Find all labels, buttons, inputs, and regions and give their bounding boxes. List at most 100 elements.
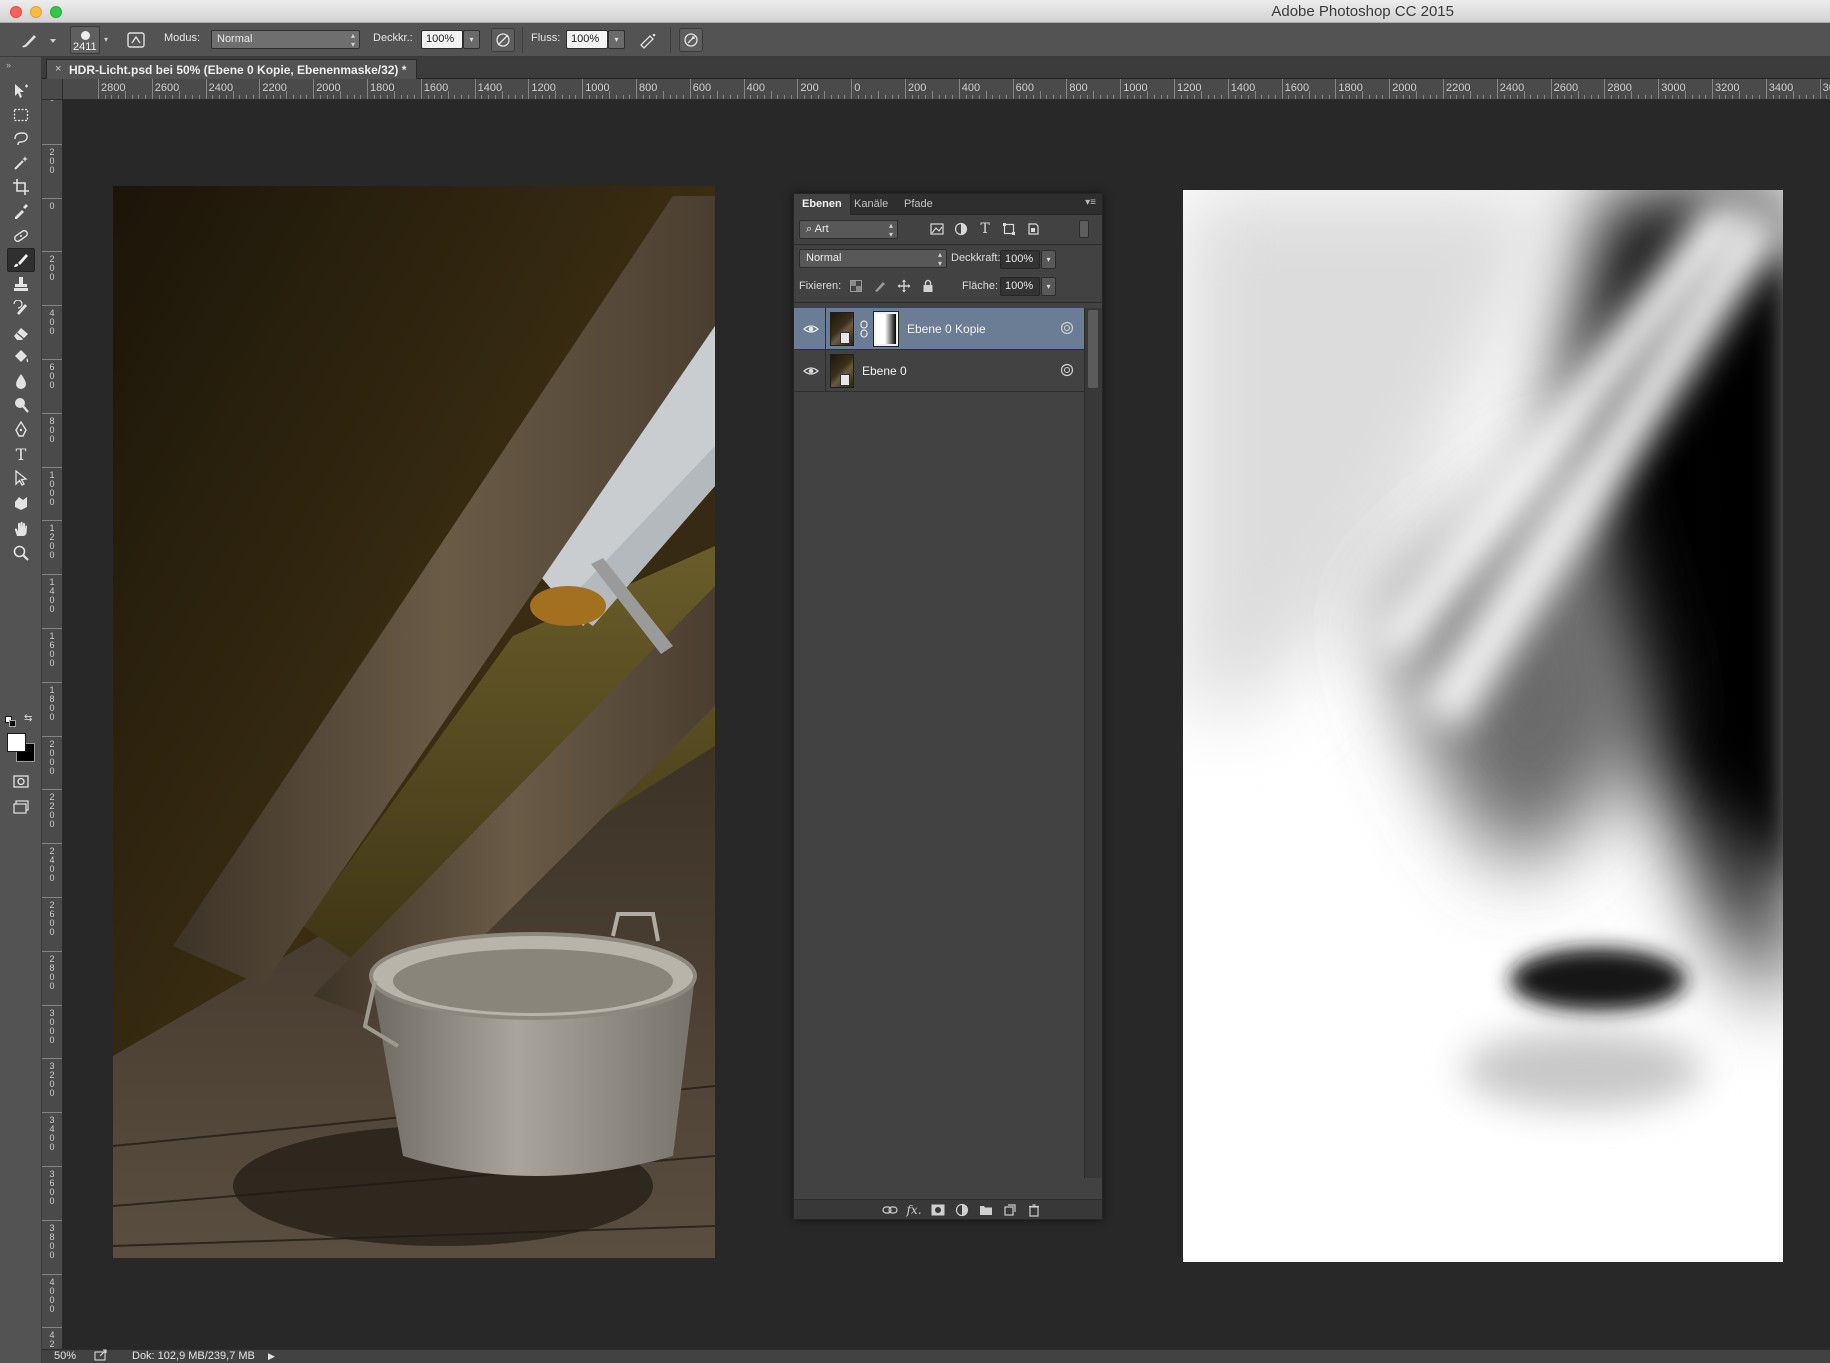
crop-tool-button[interactable] bbox=[7, 175, 35, 199]
blend-mode-dropdown[interactable]: Normal ▴ ▾ bbox=[799, 249, 947, 268]
layer-row-ebene-0[interactable]: Ebene 0 bbox=[794, 350, 1084, 392]
quick-mask-button[interactable] bbox=[7, 769, 35, 793]
share-icon[interactable] bbox=[94, 1349, 108, 1363]
screen-mode-button[interactable] bbox=[7, 795, 35, 819]
maximize-window-button[interactable] bbox=[50, 6, 62, 18]
dodge-tool-button[interactable] bbox=[7, 393, 35, 417]
marquee-tool-button[interactable] bbox=[7, 103, 35, 127]
fill-input[interactable]: 100% bbox=[1000, 277, 1040, 296]
layer-thumbnail[interactable] bbox=[830, 354, 854, 388]
brush-size-picker[interactable]: 2411 bbox=[70, 26, 100, 54]
pressure-size-button[interactable] bbox=[679, 28, 703, 52]
layer-list-scrollbar[interactable] bbox=[1084, 308, 1102, 1178]
lock-all-icon[interactable] bbox=[920, 278, 936, 294]
panel-menu-icon[interactable]: ▾≡ bbox=[1085, 197, 1096, 208]
fill-slider-toggle[interactable]: ▾ bbox=[1041, 277, 1056, 296]
filter-adjustment-icon[interactable] bbox=[952, 220, 970, 238]
trash-icon[interactable] bbox=[1025, 1202, 1043, 1218]
mask-icon[interactable] bbox=[929, 1202, 947, 1218]
filter-smartobject-icon[interactable] bbox=[1024, 220, 1042, 238]
layer-mask-thumbnail[interactable] bbox=[873, 311, 899, 347]
foreground-color-swatch[interactable] bbox=[7, 733, 26, 752]
default-colors-icon[interactable] bbox=[5, 715, 17, 727]
lasso-tool-button[interactable] bbox=[7, 127, 35, 151]
tab-ebenen[interactable]: Ebenen bbox=[794, 194, 851, 215]
layer-name[interactable]: Ebene 0 Kopie bbox=[907, 322, 986, 336]
ruler-tick bbox=[851, 79, 853, 99]
flow-slider-toggle[interactable]: ▾ bbox=[608, 30, 625, 49]
document-tab[interactable]: × HDR-Licht.psd bei 50% (Ebene 0 Kopie, … bbox=[46, 59, 418, 79]
filter-type-icon[interactable]: T bbox=[976, 220, 994, 238]
layer-style-icon[interactable] bbox=[1060, 363, 1074, 377]
mask-link-chain-icon[interactable] bbox=[859, 320, 869, 338]
close-window-button[interactable] bbox=[10, 6, 22, 18]
ruler-label: 1800 bbox=[49, 684, 55, 722]
close-tab-icon[interactable]: × bbox=[55, 63, 61, 75]
layer-thumbnail[interactable] bbox=[830, 312, 854, 346]
tool-preset-picker[interactable] bbox=[20, 31, 60, 54]
healing-brush-button[interactable] bbox=[7, 224, 35, 248]
eraser-button[interactable] bbox=[7, 321, 35, 345]
toolbar-collapse-icon[interactable]: ›› bbox=[6, 60, 11, 70]
layers-panel-tabs: Ebenen Kanäle Pfade ▾≡ bbox=[794, 194, 1102, 215]
ruler-label: 1600 bbox=[423, 82, 449, 94]
tab-kanaele[interactable]: Kanäle bbox=[846, 194, 896, 215]
brush-size-dropdown-arrow[interactable]: ▾ bbox=[104, 35, 108, 44]
minimize-window-button[interactable] bbox=[30, 6, 42, 18]
tab-pfade[interactable]: Pfade bbox=[896, 194, 941, 215]
adjustment-icon[interactable] bbox=[953, 1202, 971, 1218]
layer-row-ebene-0-kopie[interactable]: Ebene 0 Kopie bbox=[794, 308, 1084, 350]
shape-tool-button[interactable] bbox=[7, 491, 35, 515]
layer-filter-dropdown[interactable]: ⌕ Art ▴ ▾ bbox=[799, 220, 898, 239]
layer-opacity-slider-toggle[interactable]: ▾ bbox=[1041, 250, 1056, 269]
brush-panel-toggle[interactable] bbox=[126, 31, 146, 54]
ruler-tick bbox=[474, 79, 476, 99]
swap-colors-icon[interactable]: ⇆ bbox=[24, 713, 36, 725]
horizontal-ruler[interactable]: 2800 2600 2400 2200 2000 1800 1600 1400 1200 1000… bbox=[63, 79, 1830, 100]
layer-opacity-input[interactable]: 100% bbox=[1000, 250, 1040, 269]
fx-icon[interactable]: fx. bbox=[905, 1202, 923, 1218]
path-selection-button[interactable] bbox=[7, 466, 35, 490]
lock-transparency-icon[interactable] bbox=[848, 278, 864, 294]
paint-bucket-button[interactable] bbox=[7, 345, 35, 369]
visibility-eye-icon[interactable] bbox=[802, 362, 820, 380]
eyedropper-button[interactable] bbox=[7, 199, 35, 223]
zoom-tool-button[interactable] bbox=[7, 541, 35, 565]
scrollbar-thumb[interactable] bbox=[1088, 310, 1098, 388]
opacity-slider-toggle[interactable]: ▾ bbox=[463, 30, 480, 49]
blur-tool-button[interactable] bbox=[7, 369, 35, 393]
mode-dropdown[interactable]: Normal ▴ ▾ bbox=[211, 30, 360, 49]
type-tool-button[interactable]: T bbox=[7, 442, 35, 466]
pressure-opacity-button[interactable] bbox=[491, 28, 515, 52]
ruler-label: 1200 bbox=[531, 82, 556, 94]
brush-tool-button[interactable] bbox=[7, 248, 35, 272]
layer-name[interactable]: Ebene 0 bbox=[862, 364, 907, 378]
history-brush-button[interactable] bbox=[7, 297, 35, 321]
opacity-input[interactable]: 100% bbox=[421, 30, 463, 49]
canvas-area[interactable]: Ebenen Kanäle Pfade ▾≡ ⌕ Art ▴ ▾ T Norma… bbox=[63, 100, 1830, 1349]
layer-style-icon[interactable] bbox=[1060, 321, 1074, 335]
move-tool-button[interactable] bbox=[7, 79, 35, 103]
filter-pixel-icon[interactable] bbox=[928, 220, 946, 238]
filter-shape-icon[interactable] bbox=[1000, 220, 1018, 238]
folder-icon[interactable] bbox=[977, 1202, 995, 1218]
visibility-eye-icon[interactable] bbox=[802, 320, 820, 338]
pen-tool-button[interactable] bbox=[7, 418, 35, 442]
vertical-ruler[interactable]: 0200020040060080010001200140016001800200… bbox=[42, 100, 63, 1349]
airbrush-button[interactable] bbox=[638, 31, 658, 54]
status-menu-arrow-icon[interactable]: ▶ bbox=[268, 1351, 275, 1362]
new-layer-icon[interactable] bbox=[1001, 1202, 1019, 1218]
flow-input[interactable]: 100% bbox=[566, 30, 608, 49]
magic-wand-button[interactable] bbox=[7, 151, 35, 175]
ruler-origin[interactable] bbox=[42, 79, 63, 100]
filter-toggle-switch[interactable] bbox=[1079, 220, 1089, 238]
hand-tool-button[interactable] bbox=[7, 517, 35, 541]
lock-pixels-icon[interactable] bbox=[872, 278, 888, 294]
zoom-level[interactable]: 50% bbox=[54, 1350, 76, 1362]
link-icon[interactable] bbox=[881, 1202, 899, 1218]
stamp-tool-button[interactable] bbox=[7, 272, 35, 296]
ruler-tick bbox=[98, 79, 99, 99]
shape-tool-icon bbox=[15, 497, 27, 510]
lock-position-icon[interactable] bbox=[896, 278, 912, 294]
ruler-label: 2000 bbox=[1392, 82, 1417, 94]
